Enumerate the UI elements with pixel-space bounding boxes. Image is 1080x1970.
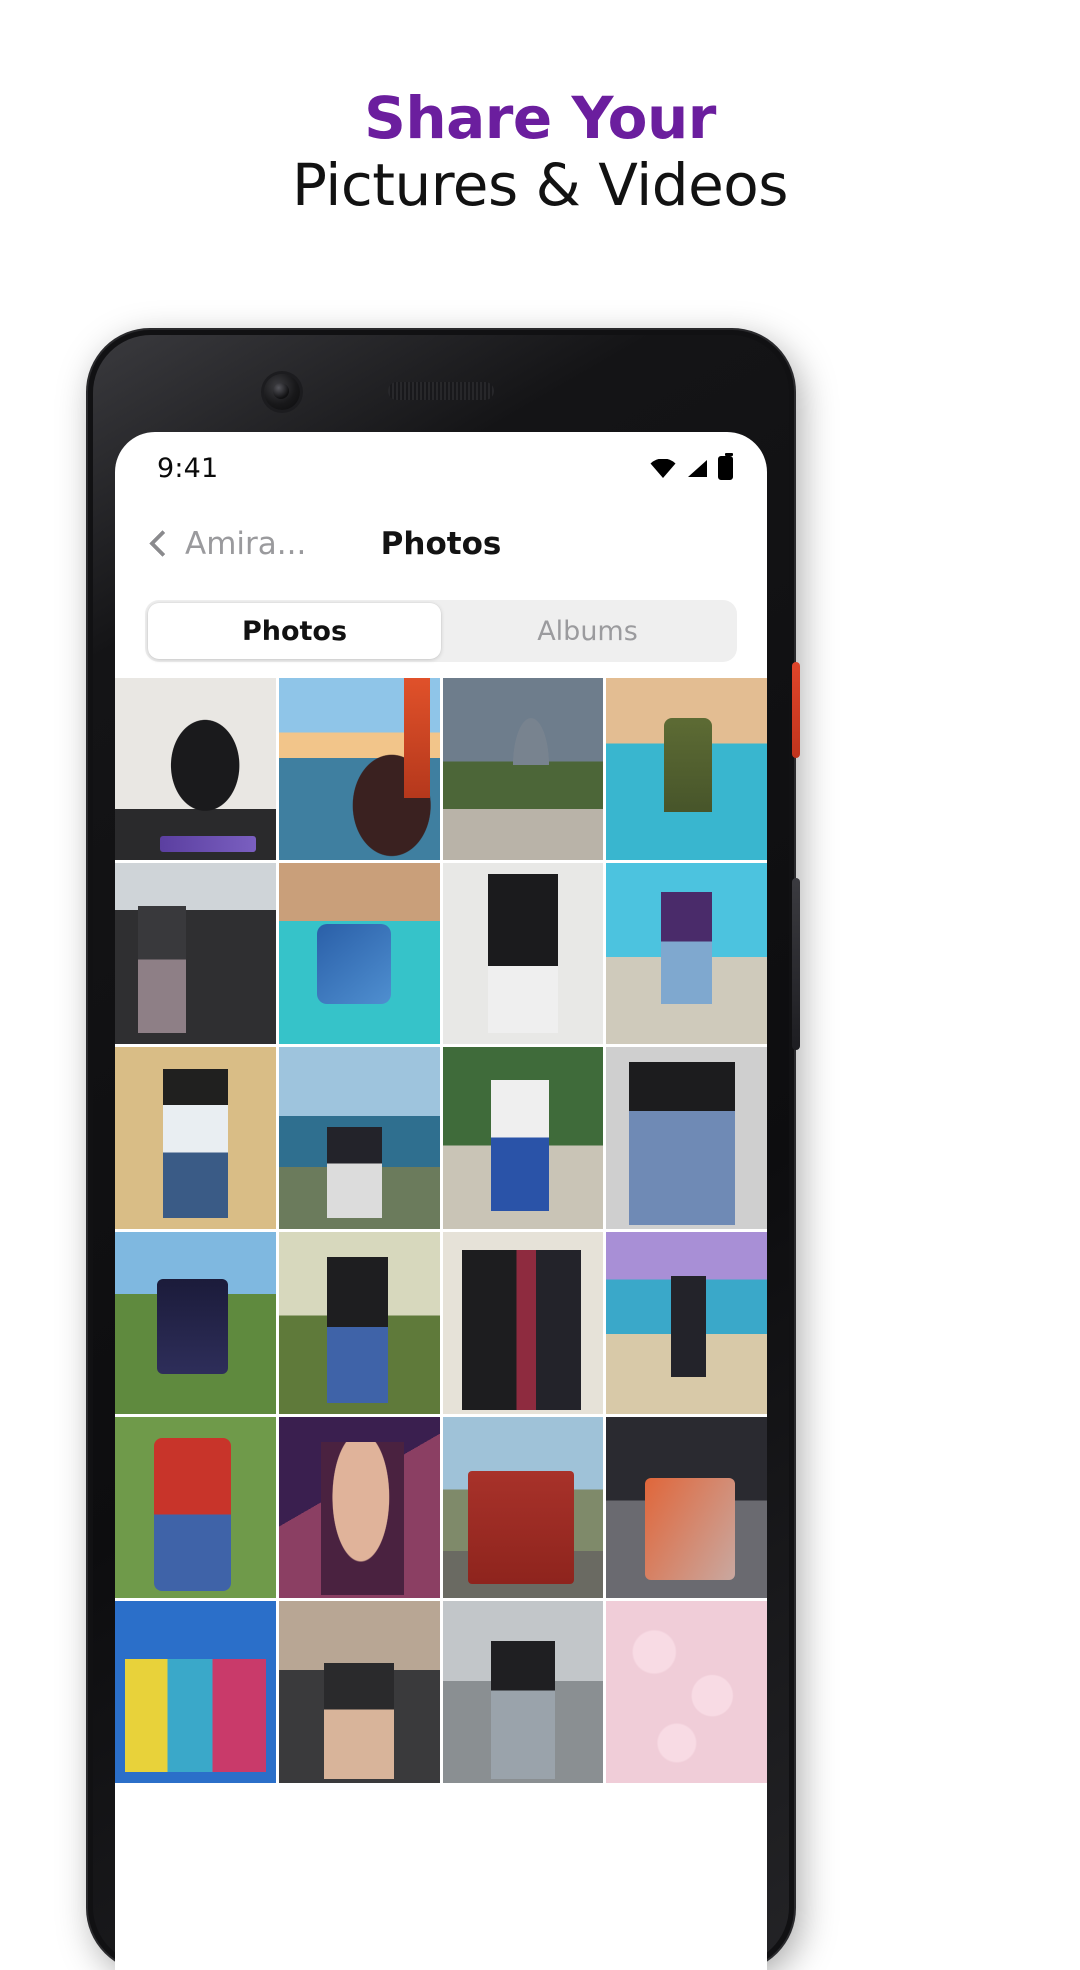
photo-thumbnail[interactable] <box>278 1231 440 1414</box>
photo-9 <box>115 1047 276 1229</box>
photo-thumbnail[interactable] <box>278 862 440 1045</box>
photo-thumbnail[interactable] <box>606 1047 767 1229</box>
back-button[interactable]: Amira... <box>145 526 306 562</box>
photo-thumbnail[interactable] <box>115 1231 276 1414</box>
photo-1 <box>115 678 276 860</box>
photo-5 <box>115 862 276 1045</box>
photo-thumbnail[interactable] <box>278 1047 440 1229</box>
navigation-bar: Amira... Photos <box>115 504 767 584</box>
photo-22 <box>278 1601 440 1783</box>
photo-thumbnail[interactable] <box>115 862 276 1045</box>
photo-18 <box>278 1416 440 1599</box>
photo-grid <box>115 678 767 1783</box>
photo-thumbnail[interactable] <box>442 678 604 860</box>
photo-6 <box>278 862 440 1045</box>
wifi-icon <box>650 458 676 478</box>
back-button-label: Amira... <box>185 526 307 562</box>
promo-headline: Share Your Pictures & Videos <box>0 88 1080 221</box>
photo-21 <box>115 1601 276 1783</box>
photo-thumbnail[interactable] <box>278 1601 440 1783</box>
photo-17 <box>115 1416 276 1599</box>
phone-mockup: 9:41 Amira... Photos Photos Albums <box>88 330 800 1970</box>
photo-11 <box>442 1047 604 1229</box>
phone-top-bezel <box>88 330 794 448</box>
photo-24 <box>606 1601 767 1783</box>
photo-10 <box>278 1047 440 1229</box>
photo-thumbnail[interactable] <box>115 1047 276 1229</box>
photo-thumbnail[interactable] <box>442 1047 604 1229</box>
photo-thumbnail[interactable] <box>606 1601 767 1783</box>
segmented-control: Photos Albums <box>145 600 737 662</box>
photo-thumbnail[interactable] <box>606 1231 767 1414</box>
photo-2 <box>278 678 440 860</box>
front-camera-icon <box>264 374 300 410</box>
photo-8 <box>606 862 767 1045</box>
photo-12 <box>606 1047 767 1229</box>
photo-13 <box>115 1231 276 1414</box>
phone-screen: 9:41 Amira... Photos Photos Albums <box>115 432 767 1970</box>
photo-thumbnail[interactable] <box>606 862 767 1045</box>
photo-20 <box>606 1416 767 1599</box>
photo-4 <box>606 678 767 860</box>
photo-19 <box>442 1416 604 1599</box>
photo-thumbnail[interactable] <box>606 678 767 860</box>
photo-3 <box>442 678 604 860</box>
photo-thumbnail[interactable] <box>115 1601 276 1783</box>
photo-thumbnail[interactable] <box>115 1416 276 1599</box>
headline-line-1: Share Your <box>364 84 716 152</box>
headline-line-2: Pictures & Videos <box>292 150 789 219</box>
power-button[interactable] <box>792 662 800 758</box>
photo-thumbnail[interactable] <box>278 678 440 860</box>
photo-thumbnail[interactable] <box>442 862 604 1045</box>
status-bar: 9:41 <box>115 432 767 504</box>
photo-thumbnail[interactable] <box>442 1231 604 1414</box>
photo-thumbnail[interactable] <box>115 678 276 860</box>
photo-thumbnail[interactable] <box>606 1416 767 1599</box>
battery-icon <box>718 453 733 480</box>
photo-thumbnail[interactable] <box>442 1416 604 1599</box>
tab-photos[interactable]: Photos <box>148 603 441 659</box>
photo-23 <box>442 1601 604 1783</box>
photo-thumbnail[interactable] <box>278 1416 440 1599</box>
photo-15 <box>442 1231 604 1414</box>
volume-button[interactable] <box>792 878 800 1050</box>
photo-16 <box>606 1231 767 1414</box>
tab-albums[interactable]: Albums <box>441 603 734 659</box>
photo-thumbnail[interactable] <box>442 1601 604 1783</box>
status-icons <box>650 453 733 480</box>
status-time: 9:41 <box>157 452 219 484</box>
chevron-left-icon <box>145 531 171 557</box>
photo-14 <box>278 1231 440 1414</box>
cellular-signal-icon <box>688 459 707 477</box>
earpiece-speaker-icon <box>388 382 494 400</box>
photo-7 <box>442 862 604 1045</box>
